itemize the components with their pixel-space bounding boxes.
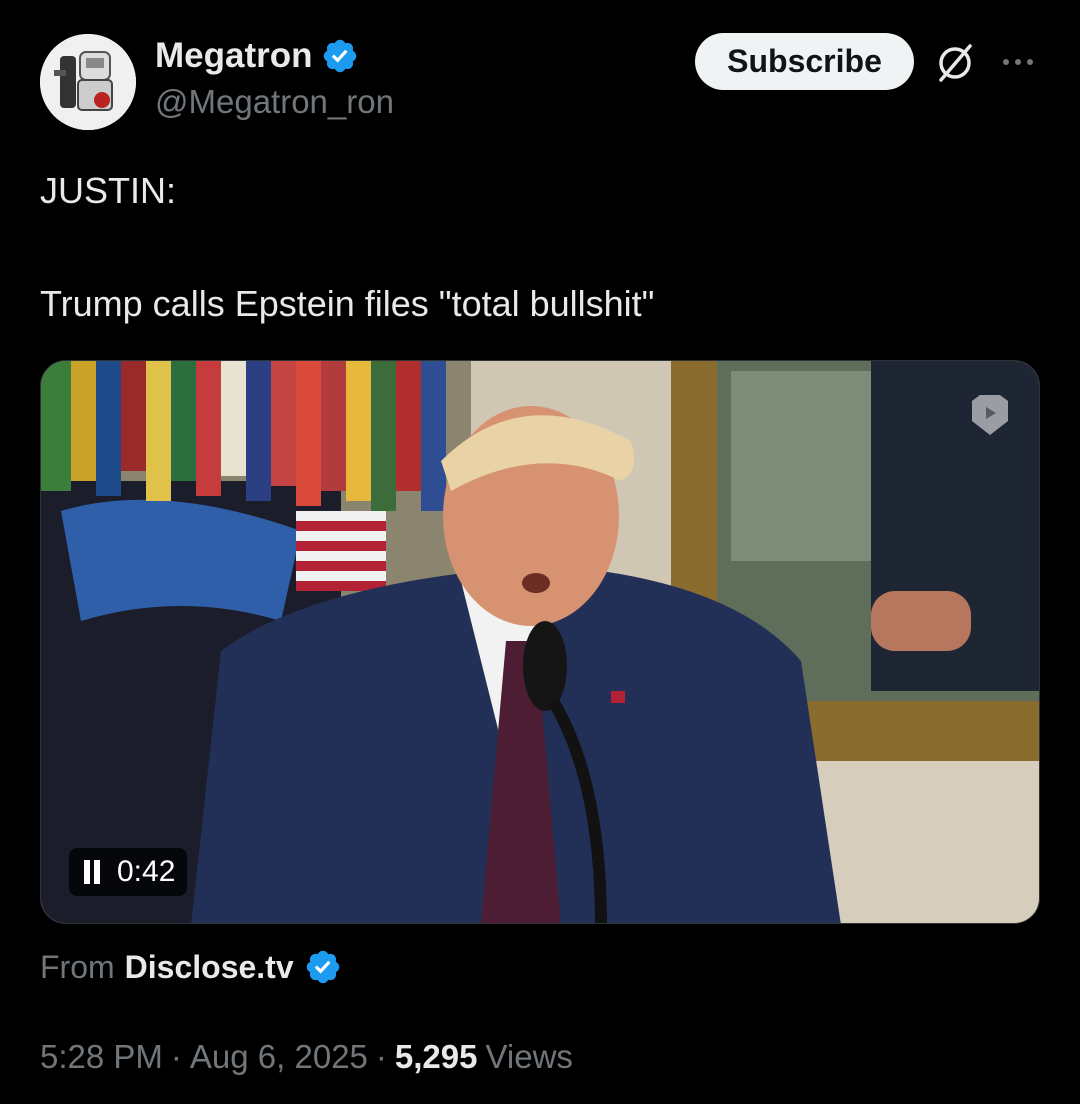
views-count: 5,295 — [394, 1038, 478, 1075]
video-player[interactable]: 0:42 — [40, 360, 1040, 924]
video-controls[interactable]: 0:42 — [69, 848, 188, 896]
verified-badge-icon — [306, 950, 339, 984]
meta-separator: · — [170, 1038, 182, 1075]
author-name[interactable]: Megatron — [155, 36, 313, 76]
subscribe-button[interactable]: Subscribe — [695, 33, 914, 90]
meta-separator: · — [375, 1038, 387, 1075]
author-name-row[interactable]: Megatron — [155, 36, 359, 76]
source-attribution: From Disclose.tv — [40, 948, 342, 986]
tweet-text-line-2: Trump calls Epstein files "total bullshi… — [40, 283, 655, 324]
video-frame — [41, 361, 1039, 923]
grok-icon[interactable] — [932, 40, 978, 86]
tweet-text-line-1: JUSTIN: — [40, 170, 177, 211]
author-handle[interactable]: @Megatron_ron — [155, 83, 394, 121]
source-logo-icon — [972, 395, 1008, 435]
tweet-meta: 5:28 PM · Aug 6, 2025 · 5,295 Views — [40, 1038, 573, 1076]
views-label: Views — [485, 1038, 573, 1075]
source-name[interactable]: Disclose.tv — [125, 949, 294, 986]
tweet-date[interactable]: Aug 6, 2025 — [190, 1038, 368, 1076]
tweet-time[interactable]: 5:28 PM — [40, 1038, 163, 1076]
more-dots-icon[interactable] — [996, 44, 1040, 80]
avatar[interactable] — [40, 34, 136, 130]
video-timestamp: 0:42 — [117, 855, 176, 888]
source-prefix: From — [40, 948, 115, 985]
pause-icon[interactable] — [81, 860, 103, 884]
verified-badge-icon — [323, 39, 356, 73]
